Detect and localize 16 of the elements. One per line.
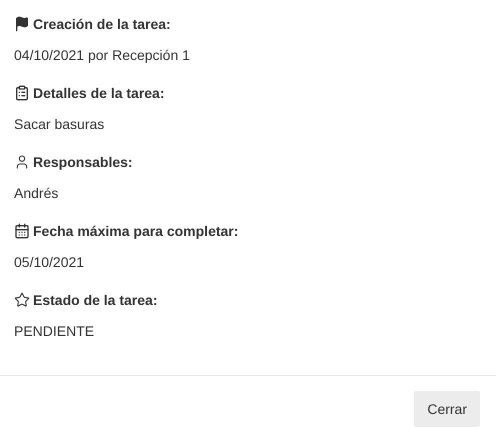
field-value: 05/10/2021	[14, 253, 86, 272]
field-label: Estado de la tarea:	[33, 291, 158, 310]
field-label: Creación de la tarea:	[33, 15, 171, 34]
calendar-icon	[14, 223, 30, 239]
clipboard-icon	[14, 85, 30, 101]
field-value: PENDIENTE	[14, 322, 96, 341]
flag-icon	[14, 16, 30, 32]
field-value: Andrés	[14, 184, 60, 203]
field-label: Detalles de la tarea:	[33, 84, 165, 103]
close-button[interactable]: Cerrar	[414, 391, 480, 427]
field-label: Responsables:	[33, 153, 133, 172]
field-value: Sacar basuras	[14, 115, 106, 134]
field-value: 04/10/2021 por Recepción 1	[14, 46, 191, 65]
user-icon	[14, 154, 30, 170]
star-icon	[14, 292, 30, 308]
field-label: Fecha máxima para completar:	[33, 222, 238, 241]
